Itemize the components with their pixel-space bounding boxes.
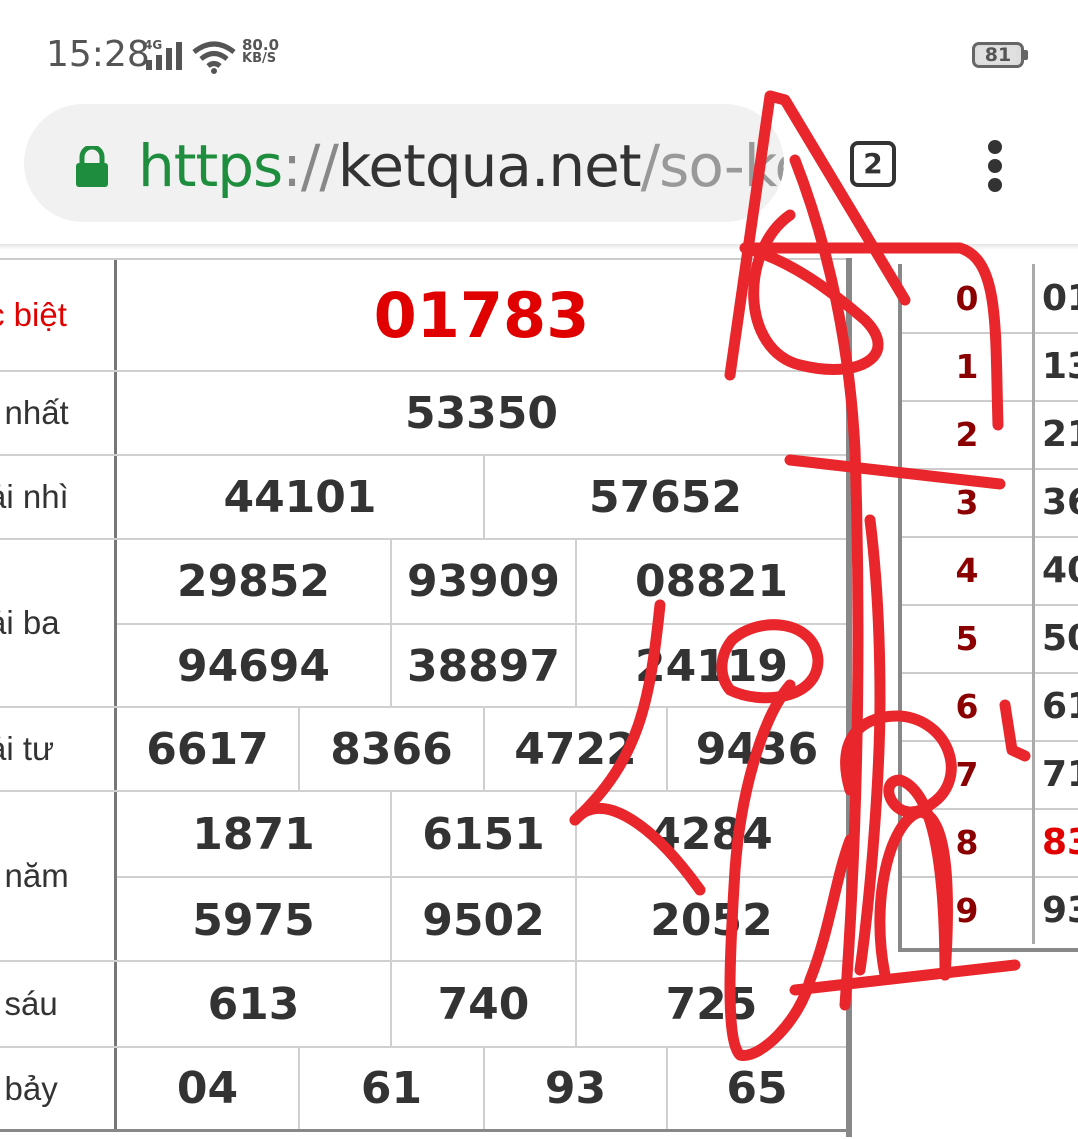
loto-head: 2 <box>902 400 1035 468</box>
loto-head: 4 <box>902 536 1035 604</box>
loto-row: 0 01 <box>902 264 1078 334</box>
prize-number: 6617 <box>146 723 269 775</box>
loto-value: 71 <box>1042 753 1078 795</box>
prize-row-fourth: ải tư 6617 8366 4722 9436 <box>0 708 850 792</box>
prize-number: 725 <box>665 978 758 1030</box>
prize-number: 38897 <box>406 641 561 692</box>
prize-number: 24119 <box>634 641 789 692</box>
special-prize-number: 01783 <box>373 278 590 352</box>
loto-head: 0 <box>902 264 1035 332</box>
prize-label: i năm <box>0 792 117 960</box>
prize-number: 9436 <box>695 723 819 775</box>
prize-number: 94694 <box>176 641 331 692</box>
loto-head: 7 <box>902 740 1035 808</box>
prize-number: 61 <box>360 1063 423 1114</box>
prize-number: 613 <box>207 978 300 1030</box>
scribble-mid-stroke <box>854 514 886 976</box>
loto-table: 0 01 1 13 2 21 3 36 4 40 5 50 6 61 7 71 … <box>898 264 1078 952</box>
network-speed: 80.0 KB/S <box>242 38 279 66</box>
loto-row: 7 71 <box>902 740 1078 810</box>
prize-number: 53350 <box>404 387 559 439</box>
results-table: c biệt 01783 i nhất 53350 ải nhì 44101 5… <box>0 258 850 1139</box>
prize-number: 65 <box>726 1063 788 1114</box>
prize-row-third: ải ba 29852 93909 08821 94694 38897 2411… <box>0 540 850 708</box>
url-host: ketqua.net <box>337 132 642 200</box>
prize-number: 5975 <box>192 894 315 946</box>
prize-label: ải ba <box>0 540 117 706</box>
prize-number: 4722 <box>514 723 637 775</box>
url-separator: :// <box>282 132 339 200</box>
loto-row: 5 50 <box>902 604 1078 674</box>
prize-label: c biệt <box>0 260 117 370</box>
loto-head: 3 <box>902 468 1035 536</box>
tabs-icon[interactable]: 2 <box>850 141 896 187</box>
prize-number: 04 <box>176 1063 239 1114</box>
prize-row-sixth: i sáu 613 740 725 <box>0 962 850 1048</box>
prize-row-fifth: i năm 1871 6151 4284 5975 9502 2052 <box>0 792 850 962</box>
speed-unit: KB/S <box>242 51 277 66</box>
loto-row: 3 36 <box>902 468 1078 538</box>
toolbar-shadow <box>0 244 1078 250</box>
wifi-icon <box>192 41 236 74</box>
status-bar: 15:28 4G 80.0 KB/S 81 <box>0 0 1078 100</box>
signal-icon <box>146 42 182 70</box>
loto-value: 83 <box>1042 821 1078 863</box>
loto-value: 40 <box>1042 549 1078 591</box>
overflow-menu-icon[interactable] <box>982 140 1010 192</box>
prize-row-first: i nhất 53350 <box>0 372 850 456</box>
prize-row-special: c biệt 01783 <box>0 260 850 372</box>
status-time: 15:28 <box>46 34 150 75</box>
prize-number: 1871 <box>192 808 315 860</box>
prize-row-seventh: i bảy 04 61 93 65 <box>0 1048 850 1132</box>
prize-label: i nhất <box>0 372 117 454</box>
url-scheme: https <box>138 132 283 200</box>
loto-value: 93 <box>1042 889 1078 931</box>
loto-row: 6 61 <box>902 672 1078 742</box>
battery-percent: 81 <box>984 44 1012 66</box>
loto-value: 21 <box>1042 413 1078 455</box>
lock-icon <box>76 146 108 187</box>
loto-row: 1 13 <box>902 332 1078 402</box>
loto-head: 9 <box>902 876 1035 944</box>
prize-number: 2052 <box>650 894 773 946</box>
speed-value: 80.0 <box>242 36 280 54</box>
prize-number: 08821 <box>634 556 789 607</box>
loto-head: 5 <box>902 604 1035 672</box>
prize-label: ải tư <box>0 708 117 790</box>
prize-label: i sáu <box>0 962 117 1046</box>
url-path: /so-ket- <box>640 132 784 200</box>
battery-icon: 81 <box>972 42 1024 68</box>
loto-value: 13 <box>1042 345 1078 387</box>
prize-number: 740 <box>437 978 530 1030</box>
url-text[interactable]: https://ketqua.net/so-ket- <box>138 132 784 200</box>
loto-head: 8 <box>902 808 1035 876</box>
prize-number: 93 <box>544 1063 607 1114</box>
prize-label: ải nhì <box>0 456 117 538</box>
loto-row: 4 40 <box>902 536 1078 606</box>
loto-row: 9 93 <box>902 876 1078 944</box>
prize-number: 4284 <box>650 808 773 860</box>
prize-number: 9502 <box>422 894 545 946</box>
loto-value: 36 <box>1042 481 1078 523</box>
prize-number: 6151 <box>422 808 545 860</box>
prize-label: i bảy <box>0 1048 117 1129</box>
results-table-border <box>846 258 852 1137</box>
loto-row: 2 21 <box>902 400 1078 470</box>
loto-value: 01 <box>1042 277 1078 319</box>
loto-head: 6 <box>902 672 1035 740</box>
prize-number: 93909 <box>406 556 561 607</box>
prize-row-second: ải nhì 44101 57652 <box>0 456 850 540</box>
prize-number: 44101 <box>223 471 377 523</box>
loto-row: 8 83 <box>902 808 1078 878</box>
loto-head: 1 <box>902 332 1035 400</box>
loto-value: 61 <box>1042 685 1078 727</box>
prize-number: 57652 <box>588 471 743 523</box>
prize-number: 29852 <box>176 556 331 607</box>
battery-tip <box>1024 50 1028 60</box>
address-bar[interactable]: https://ketqua.net/so-ket- <box>24 104 784 222</box>
loto-value: 50 <box>1042 617 1078 659</box>
prize-number: 8366 <box>330 723 453 775</box>
